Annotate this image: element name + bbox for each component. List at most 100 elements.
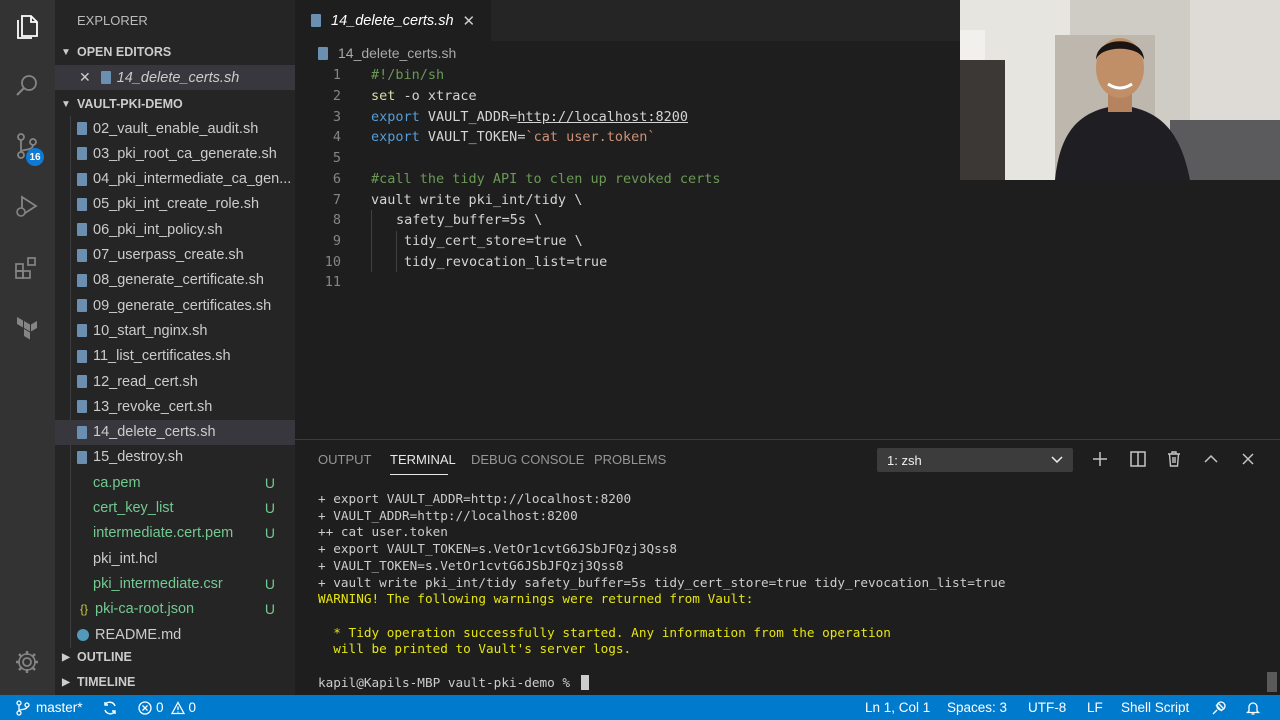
file-icon: [77, 223, 87, 237]
file-tree-item[interactable]: 10_start_nginx.sh: [55, 318, 295, 343]
files-icon[interactable]: [13, 12, 41, 40]
file-icon: [77, 450, 87, 464]
trash-icon[interactable]: [1164, 449, 1184, 469]
file-tree-item[interactable]: cert_key_list U: [55, 496, 295, 521]
tab-debug-console[interactable]: DEBUG CONSOLE: [471, 452, 584, 467]
tab-terminal[interactable]: TERMINAL: [390, 452, 456, 467]
new-terminal-plus-icon[interactable]: [1090, 449, 1110, 469]
breadcrumb[interactable]: 14_delete_certs.sh: [295, 41, 456, 65]
file-tree-item[interactable]: pki_int.hcl: [55, 546, 295, 571]
run-debug-icon[interactable]: [13, 192, 41, 220]
file-name: 04_pki_intermediate_ca_gen...: [93, 171, 292, 188]
file-name: ca.pem: [93, 474, 141, 491]
code-text: VAULT_TOKEN=: [419, 129, 526, 146]
warning-icon: [170, 700, 185, 714]
webcam-overlay: [960, 0, 1280, 180]
error-count: 0: [156, 700, 164, 715]
search-icon[interactable]: [13, 72, 41, 100]
file-tree-item[interactable]: 02_vault_enable_audit.sh: [55, 116, 295, 141]
open-editor-item[interactable]: ✕ 14_delete_certs.sh: [55, 65, 295, 90]
file-tree-item[interactable]: intermediate.cert.pem U: [55, 521, 295, 546]
status-bar: master* 0 0 Ln 1, Col 1 Spaces: 3 UTF-8 …: [0, 695, 1280, 720]
code-line-10: tidy_revocation_list=true: [404, 253, 608, 270]
chevron-down-icon: ▼: [61, 46, 71, 58]
maximize-panel-chevron-up-icon[interactable]: [1201, 449, 1221, 469]
file-icon: [77, 375, 87, 388]
file-tree-item[interactable]: pki_intermediate.csr U: [55, 571, 295, 596]
project-section[interactable]: ▼ VAULT-PKI-DEMO: [55, 92, 295, 116]
line-number: 11: [324, 274, 341, 291]
git-status-badge: U: [264, 525, 275, 542]
line-number: 5: [332, 150, 341, 167]
file-tree-item[interactable]: 05_pki_int_create_role.sh: [55, 192, 295, 217]
file-tree-item[interactable]: 14_delete_certs.sh: [55, 419, 295, 445]
file-icon: [77, 502, 87, 515]
file-tree-item[interactable]: 04_pki_intermediate_ca_gen...: [55, 167, 295, 192]
file-name: 02_vault_enable_audit.sh: [93, 120, 259, 137]
settings-gear-icon[interactable]: [13, 648, 41, 676]
code-line-7: vault write pki_int/tidy \: [371, 191, 583, 208]
cursor-position[interactable]: Ln 1, Col 1: [865, 695, 930, 720]
outline-section[interactable]: ▶ OUTLINE: [55, 645, 295, 669]
chevron-right-icon: ▶: [62, 676, 70, 688]
editor-tab[interactable]: 14_delete_certs.sh ✕: [295, 0, 491, 41]
file-tree-item[interactable]: 07_userpass_create.sh: [55, 243, 295, 268]
indentation-setting[interactable]: Spaces: 3: [947, 695, 1007, 720]
branch-name: master*: [36, 700, 83, 715]
project-label: VAULT-PKI-DEMO: [77, 97, 183, 111]
code-text: -o xtrace: [395, 88, 477, 105]
language-mode[interactable]: Shell Script: [1121, 695, 1189, 720]
file-name: 03_pki_root_ca_generate.sh: [93, 145, 277, 162]
file-tree-item[interactable]: ca.pem U: [55, 470, 295, 495]
file-name: intermediate.cert.pem: [93, 525, 234, 542]
git-branch-status[interactable]: master*: [16, 695, 83, 720]
terminal-line: + export VAULT_ADDR=http://localhost:820…: [318, 491, 632, 506]
timeline-section[interactable]: ▶ TIMELINE: [55, 670, 295, 694]
file-name: 05_pki_int_create_role.sh: [93, 196, 260, 213]
feedback-icon[interactable]: [1211, 695, 1227, 720]
tab-output[interactable]: OUTPUT: [318, 452, 371, 467]
file-tree-item[interactable]: 13_revoke_cert.sh: [55, 394, 295, 419]
file-name: pki_int.hcl: [93, 550, 158, 567]
terminal-select[interactable]: 1: zsh: [877, 448, 1073, 472]
file-icon: [77, 299, 87, 313]
extensions-icon[interactable]: [13, 254, 41, 282]
terminal-line: WARNING! The following warnings were ret…: [318, 591, 754, 607]
file-name: 15_destroy.sh: [93, 449, 184, 466]
file-icon: [77, 324, 87, 338]
eol-setting[interactable]: LF: [1087, 695, 1103, 720]
file-icon: [77, 248, 87, 262]
open-editors-section[interactable]: ▼ OPEN EDITORS: [55, 40, 295, 64]
file-tree-item[interactable]: 12_read_cert.sh: [55, 369, 295, 394]
notifications-bell-icon[interactable]: [1245, 695, 1261, 720]
close-panel-icon[interactable]: [1238, 449, 1258, 469]
encoding-setting[interactable]: UTF-8: [1028, 695, 1066, 720]
file-icon: [77, 349, 87, 363]
file-tree-item[interactable]: README.md: [55, 622, 295, 647]
file-tree-item[interactable]: {} pki-ca-root.json U: [55, 597, 295, 622]
close-icon[interactable]: ✕: [463, 12, 476, 30]
file-name: pki-ca-root.json: [95, 601, 195, 618]
split-terminal-icon[interactable]: [1128, 449, 1148, 469]
chevron-down-icon: [1050, 452, 1064, 469]
file-tree-item[interactable]: 15_destroy.sh: [55, 445, 295, 470]
problems-status[interactable]: 0 0: [138, 695, 196, 720]
explorer-sidebar: EXPLORER ▼ OPEN EDITORS ✕ 14_delete_cert…: [55, 0, 295, 695]
file-icon: [77, 147, 87, 161]
shell-file-icon: [318, 46, 328, 60]
file-tree-item[interactable]: 06_pki_int_policy.sh: [55, 217, 295, 242]
code-link[interactable]: http://localhost:8200: [517, 109, 688, 125]
file-tree-item[interactable]: 11_list_certificates.sh: [55, 344, 295, 369]
sync-icon[interactable]: [102, 695, 118, 720]
file-tree-item[interactable]: 03_pki_root_ca_generate.sh: [55, 141, 295, 166]
terminal-scrollbar[interactable]: [1267, 672, 1277, 692]
close-icon[interactable]: ✕: [79, 69, 91, 86]
breadcrumb-file: 14_delete_certs.sh: [338, 45, 457, 61]
file-tree-item[interactable]: 08_generate_certificate.sh: [55, 268, 295, 293]
code-text: VAULT_ADDR=: [419, 108, 518, 125]
file-tree-item[interactable]: 09_generate_certificates.sh: [55, 293, 295, 318]
file-name: 10_start_nginx.sh: [93, 322, 208, 339]
tab-problems[interactable]: PROBLEMS: [594, 452, 666, 467]
outline-label: OUTLINE: [77, 650, 132, 664]
terraform-icon[interactable]: [13, 313, 41, 341]
